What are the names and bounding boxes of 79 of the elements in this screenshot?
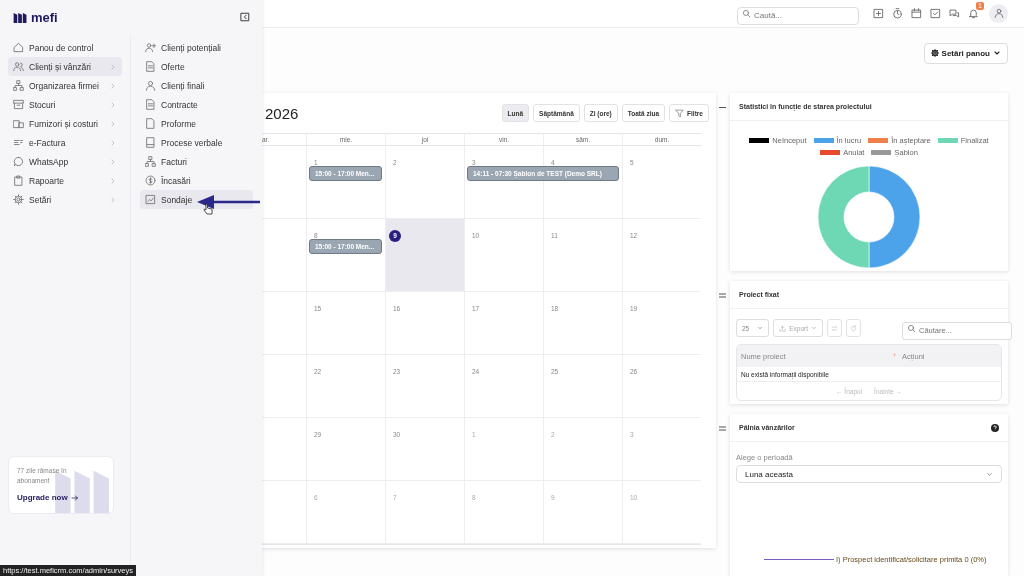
- chevron-right-icon: [109, 100, 117, 109]
- checkbox-icon[interactable]: [930, 7, 941, 19]
- submenu-item[interactable]: Procese verbale: [140, 133, 253, 152]
- menu-item[interactable]: Panou de control: [8, 38, 122, 57]
- menu-item[interactable]: Organizarea firmei: [8, 76, 122, 95]
- submenu-item[interactable]: Clienți potențiali: [140, 38, 253, 57]
- search-icon: [907, 323, 916, 333]
- chevron-right-icon: [109, 62, 117, 71]
- upload-icon: [779, 324, 787, 332]
- drag-handle-icon[interactable]: [719, 293, 726, 298]
- filter-icon: [675, 108, 685, 118]
- chevron-right-icon: [109, 157, 117, 166]
- caret-icon: [757, 325, 764, 331]
- clipboard-icon: [13, 175, 24, 186]
- menu-item[interactable]: WhatsApp: [8, 152, 122, 171]
- document-icon: [145, 99, 156, 110]
- document-icon: [145, 61, 156, 72]
- coin-icon: [145, 175, 156, 186]
- chevron-right-icon: [109, 176, 117, 185]
- chevron-right-icon: [109, 119, 117, 128]
- hand-cursor-icon: [203, 203, 213, 215]
- chat-bubble-icon: [13, 156, 24, 167]
- arrow-right-icon: [70, 493, 79, 502]
- add-icon[interactable]: [873, 7, 884, 19]
- book-icon: [145, 137, 156, 148]
- drag-handle-icon[interactable]: [719, 105, 726, 110]
- submenu-item[interactable]: Oferte: [140, 57, 253, 76]
- search-field[interactable]: Caută...: [737, 6, 859, 25]
- menu-item[interactable]: e-Factura: [8, 133, 122, 152]
- lines-icon: [13, 137, 24, 148]
- gear-icon: [930, 49, 939, 58]
- menu-item[interactable]: Setări: [8, 190, 122, 209]
- user-icon: [993, 8, 1004, 19]
- submenu-item[interactable]: Sondaje: [140, 190, 253, 209]
- settings-button[interactable]: Setări panou: [923, 42, 1008, 64]
- box-icon: [13, 99, 24, 110]
- avatar[interactable]: [989, 3, 1008, 23]
- org-chart-icon: [13, 80, 24, 91]
- menu-item[interactable]: Rapoarte: [8, 171, 122, 190]
- submenu-item[interactable]: Contracte: [140, 95, 253, 114]
- page-icon: [145, 118, 156, 129]
- chevron-right-icon: [109, 138, 117, 147]
- logo-text: mefi: [31, 9, 58, 25]
- caret-icon: [811, 325, 818, 331]
- calendar-icon[interactable]: [911, 7, 922, 19]
- chevron-right-icon: [109, 81, 117, 90]
- house-icon: [13, 42, 24, 53]
- leader-line: [764, 559, 834, 560]
- bell-icon[interactable]: [968, 7, 979, 19]
- swap-arrows-icon: [831, 324, 839, 332]
- period-select[interactable]: Luna aceasta: [736, 465, 1002, 483]
- org-chart-icon: [145, 156, 156, 167]
- sort-arrow-icon: [891, 352, 898, 360]
- stopwatch-icon[interactable]: [892, 7, 903, 19]
- menu-item[interactable]: Stocuri: [8, 95, 122, 114]
- chart-icon: [145, 194, 156, 205]
- refresh-icon: [850, 324, 858, 332]
- calendar-title: 2026: [265, 104, 299, 122]
- submenu-item[interactable]: Facturi: [140, 152, 253, 171]
- collapse-icon[interactable]: [240, 12, 250, 22]
- chevron-right-icon: [109, 195, 117, 204]
- search-icon: [742, 8, 751, 18]
- submenu-item[interactable]: Clienți finali: [140, 76, 253, 95]
- submenu-item[interactable]: Încasări: [140, 171, 253, 190]
- chevron-down-icon: [986, 470, 993, 478]
- logo-icon: [13, 11, 28, 23]
- submenu-item[interactable]: Proforme: [140, 114, 253, 133]
- gear-icon: [13, 194, 24, 205]
- help-icon[interactable]: [991, 423, 999, 432]
- users-icon: [13, 61, 24, 72]
- user-plus-icon: [145, 42, 156, 53]
- upgrade-link[interactable]: Upgrade now: [17, 493, 79, 502]
- menu-item[interactable]: Clienți și vânzări: [8, 57, 122, 76]
- menu-item[interactable]: Furnizori și costuri: [8, 114, 122, 133]
- user-icon: [145, 80, 156, 91]
- chat-bubbles-icon[interactable]: [949, 7, 960, 19]
- coins-icon: [13, 118, 24, 129]
- annotation-arrow: [196, 194, 262, 210]
- drag-handle-icon[interactable]: [719, 426, 726, 431]
